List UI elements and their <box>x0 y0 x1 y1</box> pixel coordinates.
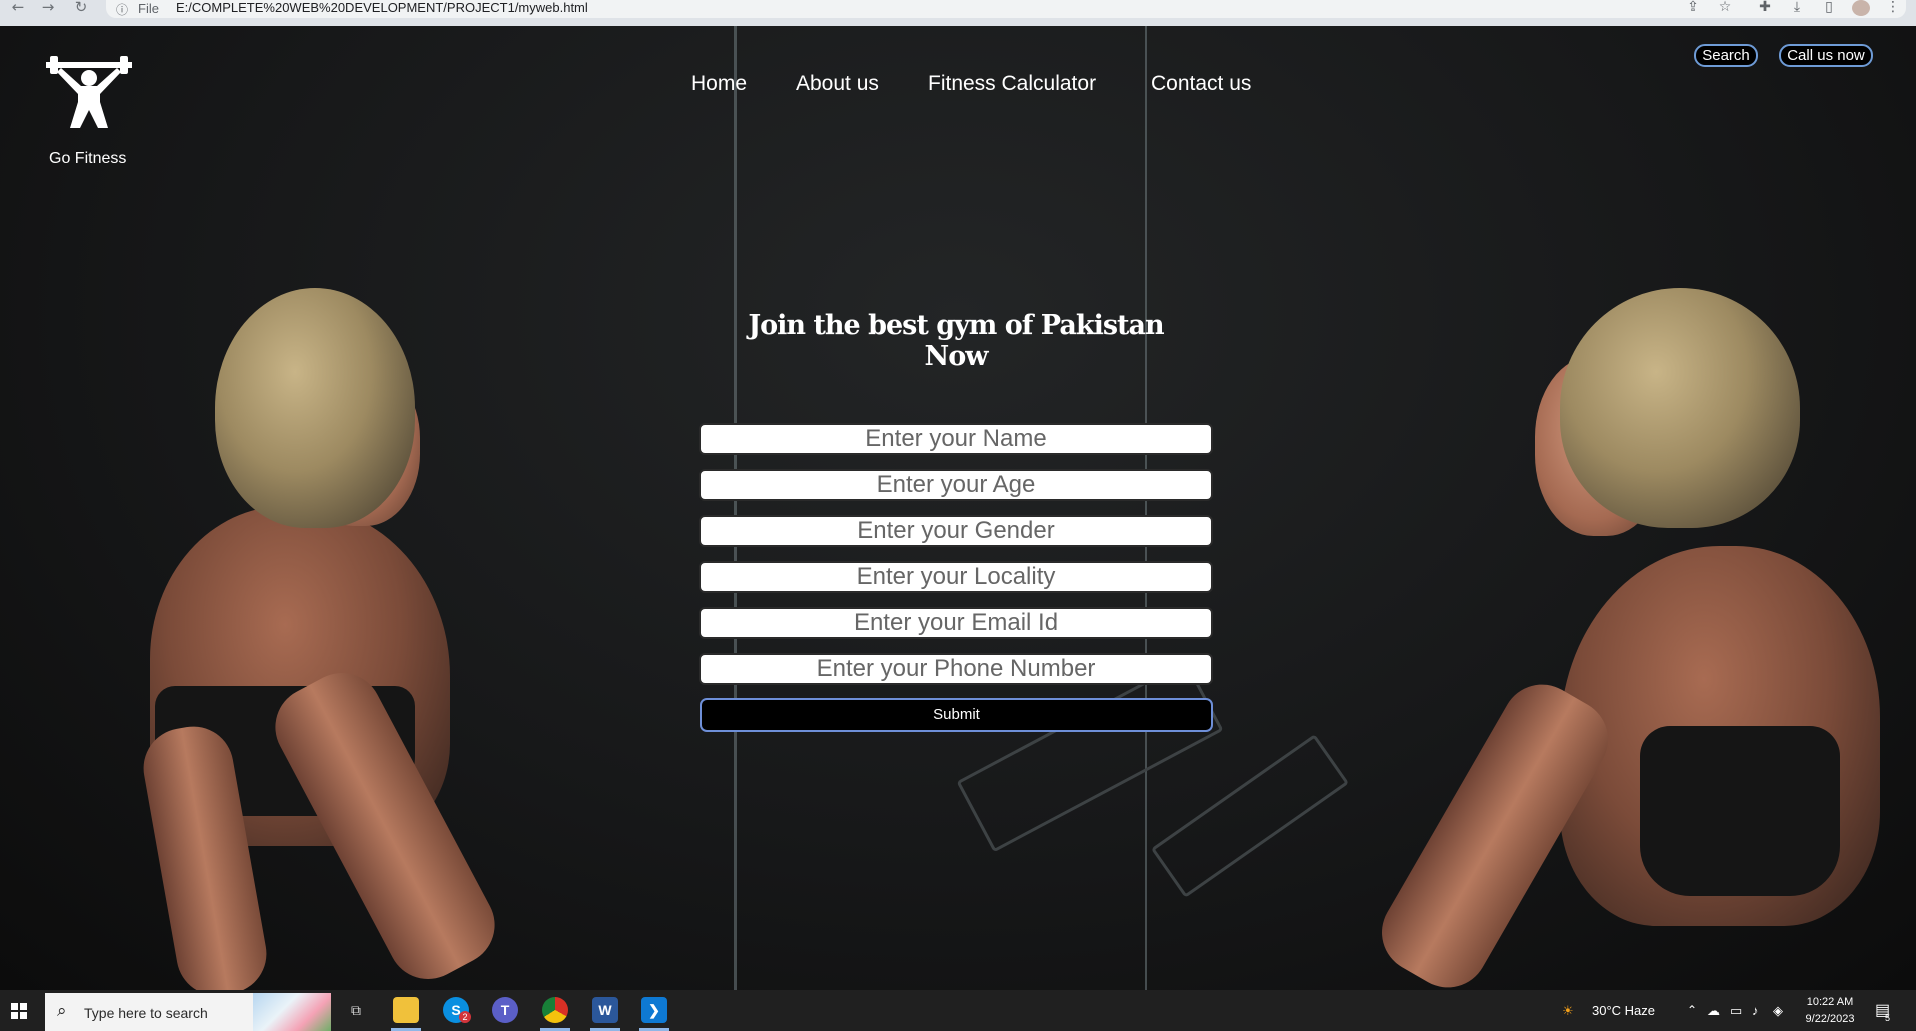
gender-field[interactable] <box>699 515 1213 547</box>
notification-count: 5 <box>1885 1013 1891 1023</box>
chrome-icon[interactable] <box>542 997 568 1023</box>
teams-icon[interactable]: T <box>492 997 518 1023</box>
background-bench <box>956 659 1224 853</box>
reload-icon[interactable]: ↻ <box>71 0 91 16</box>
weather-icon[interactable]: ☀ <box>1562 990 1574 1031</box>
call-us-button[interactable]: Call us now <box>1779 44 1873 67</box>
download-icon[interactable]: ⤓ <box>1788 0 1806 16</box>
forward-icon[interactable]: → <box>38 0 58 16</box>
taskbar-search-placeholder: Type here to search <box>84 1005 208 1021</box>
search-highlight-art <box>253 993 331 1031</box>
search-button[interactable]: Search <box>1694 44 1758 67</box>
bookmark-star-icon[interactable]: ☆ <box>1716 0 1734 16</box>
task-view-icon[interactable]: ⧉ <box>343 997 369 1023</box>
nav-home[interactable]: Home <box>691 72 747 96</box>
locality-field[interactable] <box>699 561 1213 593</box>
submit-button[interactable]: Submit <box>700 698 1213 732</box>
nav-about-us[interactable]: About us <box>796 72 879 96</box>
brand-name[interactable]: Go Fitness <box>49 150 126 168</box>
form-headline: Join the best gym of Pakistan Now <box>748 310 1164 372</box>
page-viewport: Go Fitness Home About us Fitness Calcula… <box>0 26 1916 990</box>
windows-taskbar: ⌕ Type here to search ⧉ S 2 T W ❯ ☀ 30°C… <box>0 990 1916 1031</box>
age-field[interactable] <box>699 469 1213 501</box>
background-bench <box>1150 734 1350 898</box>
mirror-edge-right <box>1145 26 1147 990</box>
browser-toolbar: ← → ↻ ⓘ File E:/COMPLETE%20WEB%20DEVELOP… <box>0 0 1916 26</box>
name-field[interactable] <box>699 423 1213 455</box>
email-field[interactable] <box>699 607 1213 639</box>
notifications-icon[interactable]: ▤ <box>1875 990 1890 1031</box>
magnifier-icon: ⌕ <box>57 1001 67 1021</box>
back-icon[interactable]: ← <box>8 0 28 16</box>
onedrive-icon[interactable]: ☁ <box>1707 990 1720 1031</box>
side-panel-icon[interactable]: ▯ <box>1820 0 1838 16</box>
mirror-edge-left <box>734 26 737 990</box>
nav-contact-us[interactable]: Contact us <box>1151 72 1251 96</box>
profile-avatar[interactable] <box>1852 0 1870 16</box>
clock-date: 9/22/2023 <box>1805 1013 1855 1025</box>
clock[interactable]: 10:22 AM 9/22/2023 <box>1794 994 1866 1028</box>
word-icon[interactable]: W <box>592 997 618 1023</box>
url-text[interactable]: E:/COMPLETE%20WEB%20DEVELOPMENT/PROJECT1… <box>176 0 588 15</box>
menu-dots-icon[interactable]: ⋮ <box>1884 0 1902 16</box>
file-explorer-icon[interactable] <box>393 997 419 1023</box>
dropbox-icon[interactable]: ◈ <box>1773 990 1783 1031</box>
skype-badge: 2 <box>459 1011 471 1023</box>
main-nav: Home About us Fitness Calculator Contact… <box>0 72 1916 102</box>
weather-text[interactable]: 30°C Haze <box>1592 990 1655 1031</box>
phone-field[interactable] <box>699 653 1213 685</box>
nav-fitness-calculator[interactable]: Fitness Calculator <box>928 72 1096 96</box>
share-icon[interactable]: ⇪ <box>1684 0 1702 16</box>
extensions-icon[interactable]: ✚ <box>1756 0 1774 16</box>
vscode-icon[interactable]: ❯ <box>641 997 667 1023</box>
taskbar-search-box[interactable]: ⌕ Type here to search <box>45 993 331 1031</box>
windows-start-icon[interactable] <box>11 1003 27 1019</box>
volume-icon[interactable]: ♪ <box>1752 990 1759 1031</box>
tray-chevron-icon[interactable]: ⌃ <box>1687 990 1697 1031</box>
url-scheme-label: File <box>138 1 159 16</box>
clock-time: 10:22 AM <box>1806 996 1854 1008</box>
site-info-icon[interactable]: ⓘ <box>116 1 128 18</box>
network-icon[interactable]: ▭ <box>1730 990 1742 1031</box>
